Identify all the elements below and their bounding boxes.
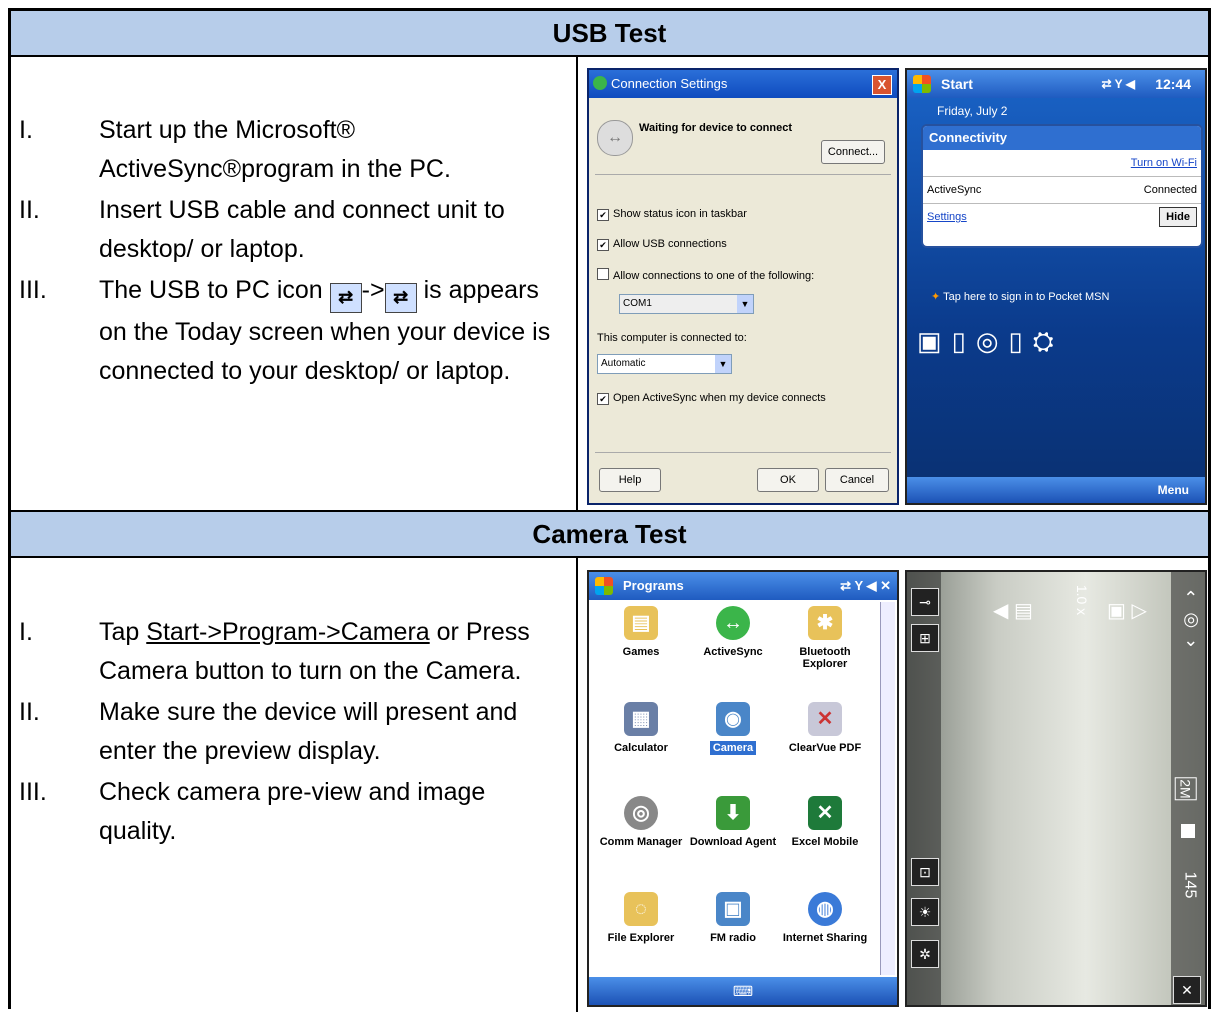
connected-to-label: This computer is connected to: (597, 332, 747, 344)
option-open-activesync[interactable]: ✔ Open ActiveSync when my device connects (597, 392, 826, 405)
keyboard-icon[interactable]: ⌨ (589, 977, 897, 1005)
status-text: Waiting for device to connect (639, 122, 792, 134)
connect-button[interactable]: Connect... (821, 140, 885, 164)
camera-preview: ⊸ ⊞ ⊡ ☀ ✲ ◀ ▤ 1.0 x ▣ ▷ ⌃ ◎ ⌄ 2M 145 ✕ (905, 570, 1207, 1007)
msn-text[interactable]: ✦ Tap here to sign in to Pocket MSN (931, 290, 1109, 303)
camera-step-2: II. Make sure the device will present and… (19, 698, 518, 765)
start-program-camera-path: Start->Program->Camera (146, 618, 430, 646)
hide-button[interactable]: Hide (1159, 207, 1197, 227)
scrollbar[interactable] (880, 602, 895, 975)
connection-settings-dialog: Connection Settings X ↔ Waiting for devi… (587, 68, 899, 505)
program-calculator[interactable]: ▦ Calculator (595, 702, 687, 754)
windows-flag-icon (595, 577, 613, 595)
zoom-level: 1.0 x (1074, 584, 1091, 616)
windows-flag-icon (913, 75, 931, 93)
program-camera[interactable]: ◉ Camera (687, 702, 779, 755)
folder-icon: ▤ (624, 606, 658, 640)
resolution-badge: 2M (1174, 777, 1197, 801)
today-icons-row[interactable]: ▣▯◎▯⛭ (917, 326, 1064, 358)
usb-step-3: III. The USB to PC icon ⇄ -> ⇄ is appears o… (19, 276, 551, 385)
program-bluetooth[interactable]: ✱ Bluetooth Explorer (779, 606, 871, 670)
camera-icon: ◉ (716, 702, 750, 736)
program-activesync[interactable]: ↔ ActiveSync (687, 606, 779, 658)
popup-title: Connectivity (923, 126, 1201, 150)
document-table: USB Test I. Start up the Microsoft® Activ… (8, 8, 1211, 1012)
option-status-icon[interactable]: ✔ Show status icon in taskbar (597, 208, 747, 221)
calculator-icon: ▦ (624, 702, 658, 736)
download-icon: ⬇ (716, 796, 750, 830)
globe-icon: ◍ (808, 892, 842, 926)
program-excel-mobile[interactable]: ✕ Excel Mobile (779, 796, 871, 848)
prev-icon[interactable]: ◀ ▤ (993, 598, 1033, 623)
usb-steps: I. Start up the Microsoft® ActiveSync®pro… (19, 111, 564, 393)
help-button[interactable]: Help (599, 468, 661, 492)
usb-pc-icon-connected: ⇄ (384, 283, 417, 313)
program-clearvue-pdf[interactable]: ✕ ClearVue PDF (779, 702, 871, 754)
activesync-icon: ↔ (716, 606, 750, 640)
settings-row: Settings Hide (923, 204, 1201, 230)
status-icons: ⇄ Y ◀ (1101, 77, 1135, 91)
menu-button[interactable]: Menu (907, 477, 1205, 503)
folder-icon: ◌ (624, 892, 658, 926)
brightness-icon[interactable]: ☀ (911, 898, 939, 926)
pdf-icon: ✕ (808, 702, 842, 736)
port-select[interactable]: COM1 ▼ (619, 294, 754, 314)
divider (595, 174, 891, 175)
activesync-icon (593, 76, 607, 90)
program-games[interactable]: ▤ Games (595, 606, 687, 658)
camera-test-header: Camera Test (11, 510, 1208, 558)
ok-button[interactable]: OK (757, 468, 819, 492)
effects-icon[interactable]: ✲ (911, 940, 939, 968)
next-icon[interactable]: ▣ ▷ (1107, 598, 1147, 623)
wifi-link[interactable]: Turn on Wi-Fi (1131, 157, 1197, 169)
key-icon[interactable]: ⊸ (911, 588, 939, 616)
status-time: 12:44 (1155, 76, 1191, 92)
camera-steps: I. Tap Start->Program->Camera or Press Ca… (19, 613, 564, 853)
program-internet-sharing[interactable]: ◍ Internet Sharing (779, 892, 871, 944)
connected-to-select[interactable]: Automatic ▼ (597, 354, 732, 374)
date-text: Friday, July 2 (937, 104, 1008, 118)
connectivity-popup: Connectivity Turn on Wi-Fi ActiveSync Con… (921, 124, 1203, 248)
today-screen: Start 12:44 ⇄ Y ◀ Friday, July 2 Connectiv… (905, 68, 1207, 505)
column-divider (576, 57, 578, 510)
program-file-explorer[interactable]: ◌ File Explorer (595, 892, 687, 944)
usb-step-2: II. Insert USB cable and connect unit to … (19, 196, 505, 263)
close-icon[interactable]: ⇄ Y ◀ ✕ (840, 572, 891, 600)
mode-icon[interactable]: ⊞ (911, 624, 939, 652)
close-icon[interactable]: X (872, 75, 892, 95)
start-bar[interactable]: Start 12:44 ⇄ Y ◀ (907, 70, 1205, 98)
usb-test-header: USB Test (11, 11, 1208, 57)
cancel-button[interactable]: Cancel (825, 468, 889, 492)
option-com[interactable]: Allow connections to one of the followin… (597, 268, 814, 282)
quality-icon (1181, 824, 1195, 838)
divider (595, 452, 891, 453)
focus-icon[interactable]: ⊡ (911, 858, 939, 886)
camera-step-1: I. Tap Start->Program->Camera or Press Ca… (19, 618, 530, 685)
comm-icon: ◎ (624, 796, 658, 830)
activesync-status: Connected (1143, 184, 1197, 196)
usb-step-1: I. Start up the Microsoft® ActiveSync®pro… (19, 116, 451, 183)
excel-icon: ✕ (808, 796, 842, 830)
radio-icon: ▣ (716, 892, 750, 926)
camera-step-3: III. Check camera pre-view and image qual… (19, 778, 486, 845)
column-divider (576, 558, 578, 1012)
programs-title-bar: Programs ⇄ Y ◀ ✕ (589, 572, 897, 600)
program-comm-manager[interactable]: ◎ Comm Manager (595, 796, 687, 848)
activesync-row: ActiveSync Connected (923, 177, 1201, 204)
close-icon[interactable]: ✕ (1173, 976, 1201, 1004)
bluetooth-icon: ✱ (808, 606, 842, 640)
settings-link[interactable]: Settings (927, 211, 967, 223)
program-download-agent[interactable]: ⬇ Download Agent (687, 796, 779, 848)
capture-toggle-icon[interactable]: ⌃ ◎ ⌄ (1183, 588, 1199, 651)
sync-icon: ↔ (597, 120, 633, 156)
option-usb[interactable]: ✔ Allow USB connections (597, 238, 727, 251)
msn-icon: ✦ (931, 291, 944, 303)
shots-remaining: 145 (1181, 871, 1199, 899)
wifi-row: Turn on Wi-Fi (923, 150, 1201, 177)
dialog-title: Connection Settings (589, 70, 897, 98)
usb-pc-icon: ⇄ (329, 283, 362, 313)
program-fm-radio[interactable]: ▣ FM radio (687, 892, 779, 944)
programs-screen: Programs ⇄ Y ◀ ✕ ▤ Games ↔ ActiveSync ✱ Blue… (587, 570, 899, 1007)
